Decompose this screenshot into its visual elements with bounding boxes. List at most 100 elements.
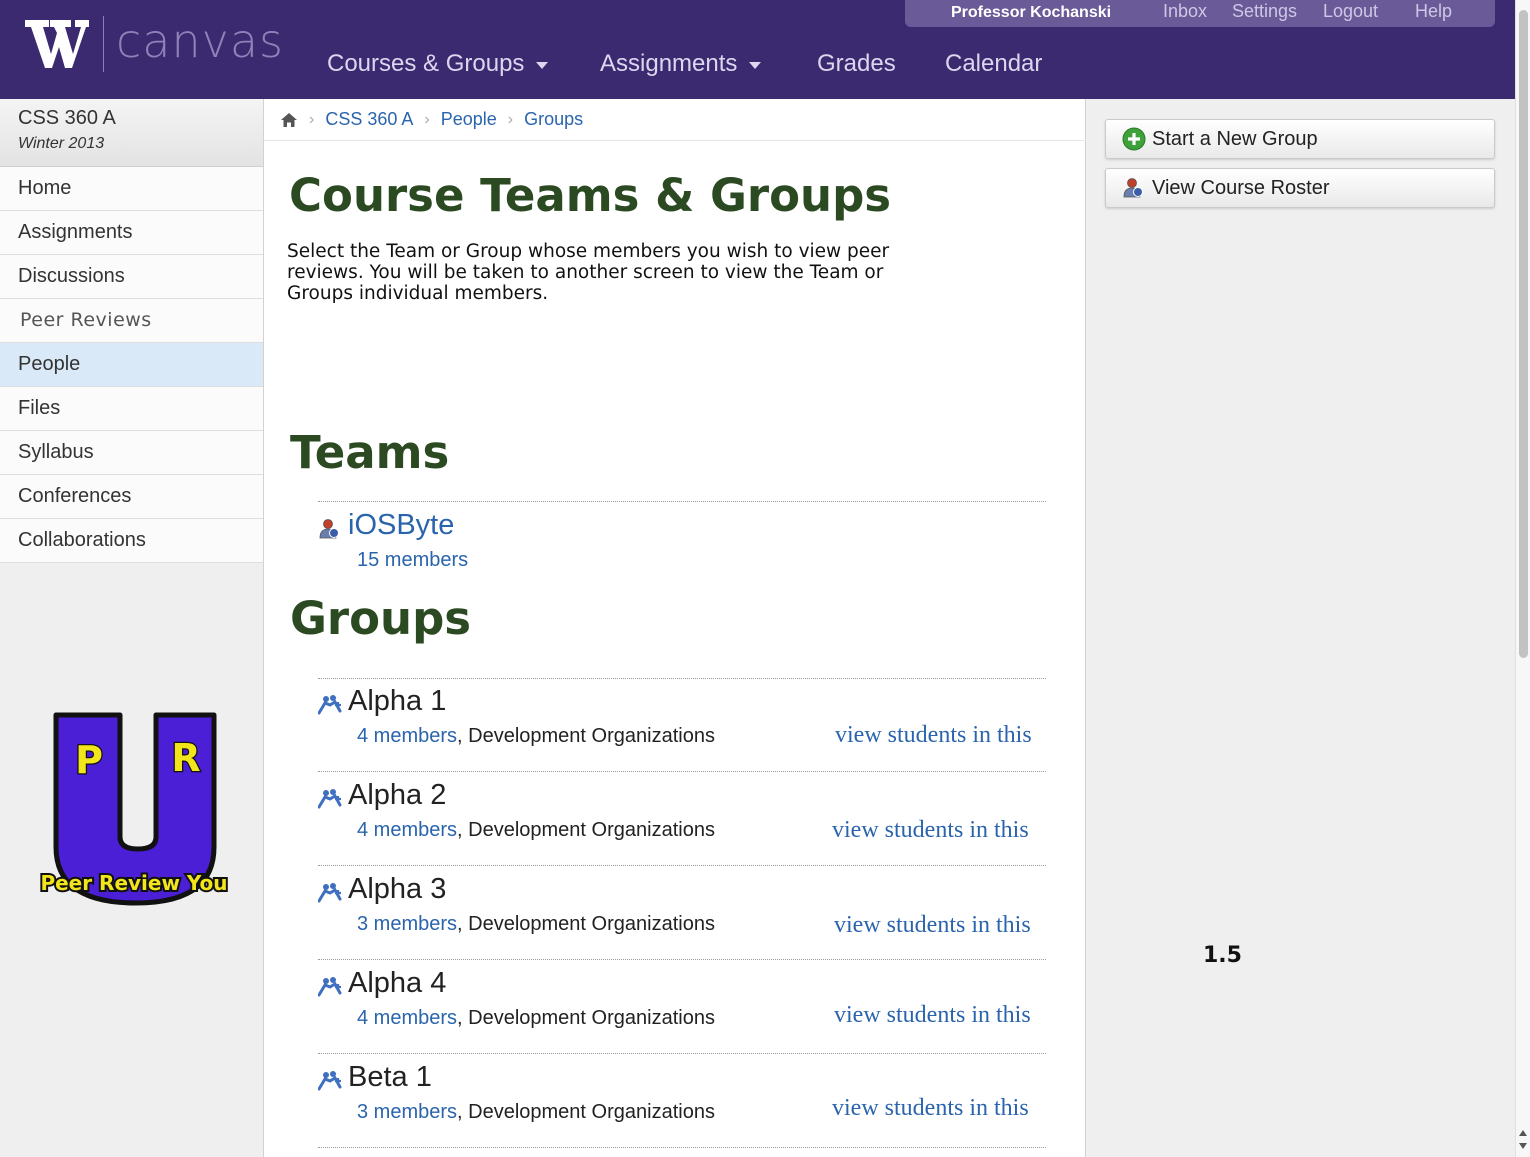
group-members-line: 3 members, Development Organizations [357,913,715,936]
group-icon [318,883,342,903]
breadcrumb-groups[interactable]: Groups [524,109,583,130]
uw-logo-icon[interactable] [24,14,90,70]
group-name: Alpha 4 [348,967,447,999]
group-icon [318,1071,342,1091]
version-label: 1.5 [1203,943,1242,968]
view-course-roster-button[interactable]: View Course Roster [1105,168,1495,208]
view-course-roster-label: View Course Roster [1152,176,1330,199]
nav-courses-groups-label: Courses & Groups [327,50,525,77]
view-students-link[interactable]: view students in this [835,722,1032,749]
course-sidebar: CSS 360 A Winter 2013 Home Assignments D… [0,99,264,1157]
page-title: Course Teams & Groups [289,169,892,222]
sidebar-item-assignments[interactable]: Assignments [0,211,263,255]
group-category: , Development Organizations [457,913,715,935]
nav-assignments[interactable]: Assignments [600,50,762,78]
settings-link[interactable]: Settings [1232,1,1297,22]
course-term: Winter 2013 [18,135,105,152]
inbox-link[interactable]: Inbox [1163,1,1207,22]
view-students-link[interactable]: view students in this [832,1095,1029,1122]
chevron-right-icon: › [507,110,514,128]
groups-heading: Groups [290,592,472,645]
group-category: , Development Organizations [457,725,715,747]
members-count-link[interactable]: 4 members [357,819,457,841]
group-icon [318,789,342,809]
divider [318,865,1046,866]
home-icon[interactable] [280,112,298,128]
breadcrumb-course[interactable]: CSS 360 A [325,109,413,130]
group-category: , Development Organizations [457,1101,715,1123]
start-new-group-label: Start a New Group [1152,127,1318,150]
view-students-link[interactable]: view students in this [834,1002,1031,1029]
right-sidebar: Start a New Group View Course Roster [1087,99,1515,1157]
group-name: Beta 1 [348,1061,432,1093]
group-name: Alpha 3 [348,873,447,905]
view-students-link[interactable]: view students in this [834,912,1031,939]
logout-link[interactable]: Logout [1323,1,1378,22]
nav-assignments-label: Assignments [600,50,738,77]
logo-letter-r: R [171,736,200,780]
teams-heading: Teams [290,426,450,479]
members-count-link[interactable]: 15 members [357,549,468,571]
view-students-link[interactable]: view students in this [832,817,1029,844]
sidebar-item-people[interactable]: People [0,343,263,387]
divider [318,1147,1046,1148]
group-icon [318,695,342,715]
divider [318,959,1046,960]
peer-review-you-logo: P R Peer Review You [38,712,230,906]
logo-caption: Peer Review You [40,871,227,895]
breadcrumb-people[interactable]: People [441,109,497,130]
help-link[interactable]: Help [1415,1,1452,22]
canvas-logo[interactable]: canvas [116,14,284,68]
sidebar-item-home[interactable]: Home [0,167,263,211]
group-members-line: 4 members, Development Organizations [357,819,715,842]
breadcrumb: › CSS 360 A › People › Groups [264,99,1086,141]
chevron-down-icon [536,62,549,69]
global-header: canvas Professor Kochanski Inbox Setting… [0,0,1530,99]
start-new-group-button[interactable]: Start a New Group [1105,119,1495,159]
group-members-line: 3 members, Development Organizations [357,1101,715,1124]
main-content: › CSS 360 A › People › Groups Course Tea… [264,99,1086,1157]
add-icon [1122,127,1146,151]
user-bar: Professor Kochanski Inbox Settings Logou… [905,0,1495,27]
sidebar-item-peer-reviews[interactable]: Peer Reviews [0,299,263,343]
members-count-link[interactable]: 4 members [357,725,457,747]
group-members-line: 4 members, Development Organizations [357,725,715,748]
sidebar-item-conferences[interactable]: Conferences [0,475,263,519]
scroll-down-icon[interactable] [1519,1143,1527,1149]
logo-letter-p: P [75,738,103,782]
user-name[interactable]: Professor Kochanski [951,4,1111,22]
scroll-up-icon[interactable] [1519,1130,1527,1136]
group-name: Alpha 1 [348,685,447,717]
members-count-link[interactable]: 3 members [357,1101,457,1123]
team-name-link[interactable]: iOSByte [348,509,454,542]
nav-calendar[interactable]: Calendar [945,50,1042,78]
chevron-right-icon: › [424,110,430,128]
chevron-right-icon: › [309,110,315,128]
divider [318,501,1046,502]
page-description: Select the Team or Group whose members y… [287,241,890,304]
chevron-down-icon [749,62,762,69]
roster-icon [1123,178,1143,198]
scrollbar-thumb[interactable] [1519,10,1528,658]
divider [318,678,1046,679]
group-icon [318,977,342,997]
divider [318,1053,1046,1054]
nav-courses-groups[interactable]: Courses & Groups [327,50,549,78]
group-category: , Development Organizations [457,819,715,841]
logo-divider [103,16,104,72]
group-name: Alpha 2 [348,779,447,811]
nav-grades[interactable]: Grades [817,50,896,78]
group-members-line: 4 members, Development Organizations [357,1007,715,1030]
sidebar-item-files[interactable]: Files [0,387,263,431]
group-category: , Development Organizations [457,1007,715,1029]
members-count-link[interactable]: 3 members [357,913,457,935]
divider [318,771,1046,772]
course-header[interactable]: CSS 360 A Winter 2013 [0,99,263,167]
team-icon [319,519,339,539]
sidebar-item-syllabus[interactable]: Syllabus [0,431,263,475]
page-scrollbar[interactable] [1515,0,1530,1157]
course-name: CSS 360 A [18,107,116,129]
members-count-link[interactable]: 4 members [357,1007,457,1029]
sidebar-item-discussions[interactable]: Discussions [0,255,263,299]
sidebar-item-collaborations[interactable]: Collaborations [0,519,263,563]
